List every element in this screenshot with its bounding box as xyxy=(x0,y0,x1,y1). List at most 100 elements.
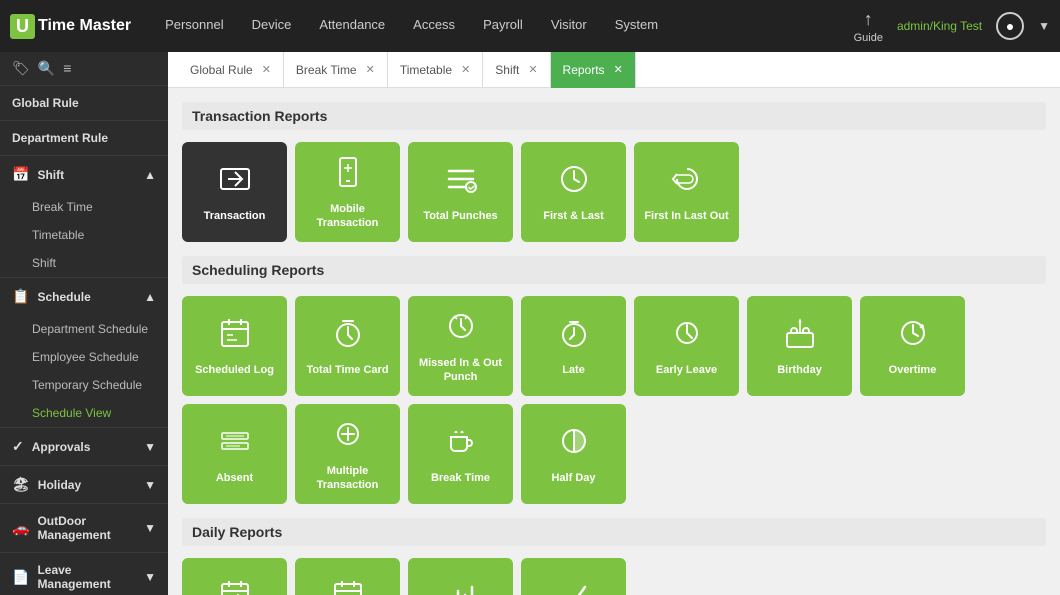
card-break-time[interactable]: Break Time xyxy=(408,404,513,504)
sidebar-item-break-time[interactable]: Break Time xyxy=(0,193,168,221)
nav-attendance[interactable]: Attendance xyxy=(305,0,399,52)
logo[interactable]: U Time Master xyxy=(10,14,131,39)
tag-icon[interactable]: 🏷 xyxy=(12,60,30,77)
holiday-icon: 🏖 xyxy=(12,476,30,493)
guide-button[interactable]: ↑ Guide xyxy=(854,9,883,44)
nav-payroll[interactable]: Payroll xyxy=(469,0,537,52)
card-transaction[interactable]: Transaction xyxy=(182,142,287,242)
daily-reports-title: Daily Reports xyxy=(182,518,1046,546)
nav-personnel[interactable]: Personnel xyxy=(151,0,238,52)
sidebar-header-global-rule[interactable]: Global Rule xyxy=(0,86,168,120)
tab-timetable-label: Timetable xyxy=(400,63,452,77)
tab-reports[interactable]: Reports ✕ xyxy=(551,52,636,88)
tab-break-time-close[interactable]: ✕ xyxy=(366,63,375,76)
user-info[interactable]: admin/King Test xyxy=(897,19,982,33)
nav-visitor[interactable]: Visitor xyxy=(537,0,601,52)
break-time-icon xyxy=(443,423,479,464)
tab-global-rule-close[interactable]: ✕ xyxy=(262,63,271,76)
sidebar-header-holiday[interactable]: 🏖 Holiday ▼ xyxy=(0,466,168,503)
tab-timetable-close[interactable]: ✕ xyxy=(461,63,470,76)
card-first-last[interactable]: First & Last xyxy=(521,142,626,242)
scheduled-log-icon xyxy=(217,315,253,356)
card-late[interactable]: Late xyxy=(521,296,626,396)
tab-shift-label: Shift xyxy=(495,63,519,77)
birthday-icon xyxy=(782,315,818,356)
leave-chevron: ▼ xyxy=(144,570,156,584)
transaction-reports-title: Transaction Reports xyxy=(182,102,1046,130)
sidebar-label-shift: Shift xyxy=(37,168,64,182)
card-multiple-transaction[interactable]: Multiple Transaction xyxy=(295,404,400,504)
scheduled-log-label: Scheduled Log xyxy=(195,364,274,377)
sidebar: 🏷 🔍 ≡ Global Rule Department Rule 📅 xyxy=(0,52,168,595)
card-missed-in-out-punch[interactable]: Missed In & Out Punch xyxy=(408,296,513,396)
card-daily-attendance[interactable]: Daily Attendance xyxy=(182,558,287,595)
scheduling-reports-grid: Scheduled Log Total Time Card xyxy=(182,296,1046,504)
guide-label: Guide xyxy=(854,32,883,44)
sidebar-item-schedule-view[interactable]: Schedule View xyxy=(0,399,168,427)
card-daily-status[interactable]: Daily Status xyxy=(521,558,626,595)
daily-details-icon xyxy=(330,577,366,595)
sidebar-item-department-schedule[interactable]: Department Schedule xyxy=(0,315,168,343)
schedule-chevron: ▲ xyxy=(144,290,156,304)
card-scheduled-log[interactable]: Scheduled Log xyxy=(182,296,287,396)
nav-system[interactable]: System xyxy=(601,0,672,52)
half-day-label: Half Day xyxy=(551,472,595,485)
sidebar-header-schedule[interactable]: 📋 Schedule ▲ xyxy=(0,278,168,315)
sidebar-header-leave[interactable]: 📄 Leave Management ▼ xyxy=(0,553,168,595)
sidebar-label-global-rule: Global Rule xyxy=(12,96,79,110)
sidebar-item-timetable[interactable]: Timetable xyxy=(0,221,168,249)
card-half-day[interactable]: Half Day xyxy=(521,404,626,504)
card-birthday[interactable]: Birthday xyxy=(747,296,852,396)
card-mobile-transaction[interactable]: Mobile Transaction xyxy=(295,142,400,242)
sidebar-label-holiday: Holiday xyxy=(38,478,81,492)
nav-access[interactable]: Access xyxy=(399,0,469,52)
nav-right: ↑ Guide admin/King Test ● ▼ xyxy=(854,9,1050,44)
daily-attendance-icon xyxy=(217,577,253,595)
main-content: Global Rule ✕ Break Time ✕ Timetable ✕ S… xyxy=(168,52,1060,595)
list-icon[interactable]: ≡ xyxy=(63,60,71,77)
search-icon[interactable]: 🔍 xyxy=(38,60,55,77)
shift-icon: 📅 xyxy=(12,166,29,183)
sidebar-item-employee-schedule[interactable]: Employee Schedule xyxy=(0,343,168,371)
tab-timetable[interactable]: Timetable ✕ xyxy=(388,52,483,88)
multiple-transaction-icon xyxy=(330,416,366,457)
sidebar-item-temporary-schedule[interactable]: Temporary Schedule xyxy=(0,371,168,399)
daily-reports-grid: Daily Attendance Daily Details xyxy=(182,558,1046,595)
card-absent[interactable]: Absent xyxy=(182,404,287,504)
user-avatar[interactable]: ● xyxy=(996,12,1024,40)
card-first-in-last-out[interactable]: First In Last Out xyxy=(634,142,739,242)
total-time-card-label: Total Time Card xyxy=(306,364,388,377)
logo-u: U xyxy=(10,14,35,39)
sidebar-section-leave: 📄 Leave Management ▼ xyxy=(0,553,168,595)
card-daily-details[interactable]: Daily Details xyxy=(295,558,400,595)
tab-global-rule[interactable]: Global Rule ✕ xyxy=(178,52,284,88)
transaction-icon xyxy=(217,161,253,202)
tab-shift[interactable]: Shift ✕ xyxy=(483,52,550,88)
tab-shift-close[interactable]: ✕ xyxy=(528,63,537,76)
content-area: Transaction Reports Transaction xyxy=(168,88,1060,595)
card-daily-summary[interactable]: Daily Summary xyxy=(408,558,513,595)
card-total-punches[interactable]: Total Punches xyxy=(408,142,513,242)
dropdown-arrow[interactable]: ▼ xyxy=(1038,19,1050,33)
tab-reports-close[interactable]: ✕ xyxy=(614,63,623,76)
first-in-last-out-icon xyxy=(669,161,705,202)
card-overtime[interactable]: Overtime xyxy=(860,296,965,396)
sidebar-section-global-rule: Global Rule xyxy=(0,86,168,121)
half-day-icon xyxy=(556,423,592,464)
sidebar-header-outdoor[interactable]: 🚗 OutDoor Management ▼ xyxy=(0,504,168,552)
card-total-time-card[interactable]: Total Time Card xyxy=(295,296,400,396)
nav-device[interactable]: Device xyxy=(238,0,306,52)
mobile-transaction-icon xyxy=(330,154,366,195)
tab-break-time[interactable]: Break Time ✕ xyxy=(284,52,388,88)
sidebar-label-department-rule: Department Rule xyxy=(12,131,108,145)
sidebar-header-shift[interactable]: 📅 Shift ▲ xyxy=(0,156,168,193)
outdoor-chevron: ▼ xyxy=(144,521,156,535)
card-early-leave[interactable]: Early Leave xyxy=(634,296,739,396)
break-time-label: Break Time xyxy=(431,472,490,485)
early-leave-label: Early Leave xyxy=(656,364,717,377)
sidebar-header-department-rule[interactable]: Department Rule xyxy=(0,121,168,155)
sidebar-label-leave: Leave Management xyxy=(37,563,144,591)
sidebar-header-approvals[interactable]: ✓ Approvals ▼ xyxy=(0,428,168,465)
sidebar-item-shift[interactable]: Shift xyxy=(0,249,168,277)
leave-icon: 📄 xyxy=(12,569,29,586)
